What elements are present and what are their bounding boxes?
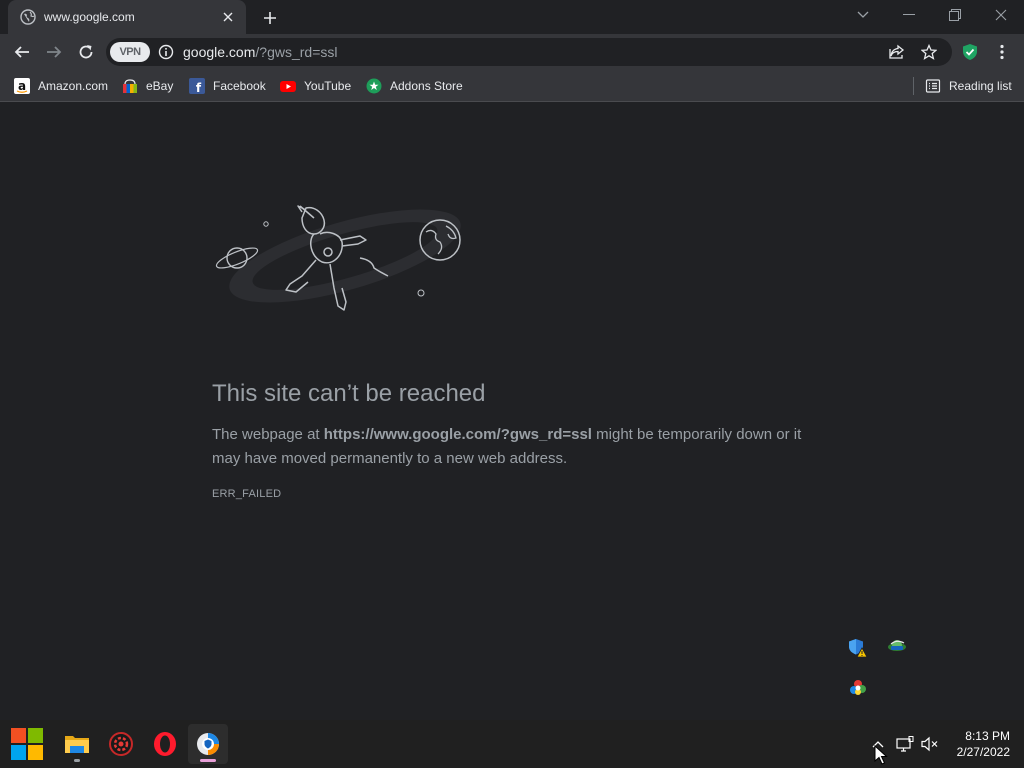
volume-button[interactable]: [918, 732, 942, 756]
avast-browser-button[interactable]: [188, 724, 228, 764]
new-tab-button[interactable]: [258, 6, 282, 30]
reading-list-label: Reading list: [949, 79, 1012, 93]
error-title: This site can’t be reached: [212, 380, 486, 407]
active-indicator: [200, 759, 216, 762]
shield-check-icon: [963, 44, 977, 60]
bookmark-star-icon[interactable]: [920, 43, 938, 61]
error-description: The webpage at https://www.google.com/?g…: [212, 423, 822, 471]
close-window-button[interactable]: [978, 0, 1024, 30]
url-host: google.com: [183, 44, 256, 60]
site-info-icon[interactable]: [158, 44, 174, 60]
running-indicator: [74, 759, 80, 762]
game-app-button[interactable]: [101, 724, 141, 764]
tab-title: www.google.com: [44, 10, 135, 24]
browser-tab[interactable]: www.google.com: [8, 0, 246, 34]
opera-icon: [154, 732, 176, 756]
bookmark-label: YouTube: [304, 79, 352, 93]
tab-search-icon[interactable]: [840, 0, 886, 30]
game-cog-icon: [109, 732, 133, 756]
avast-secure-browser-icon: [197, 733, 219, 755]
reload-button[interactable]: [72, 38, 100, 66]
taskbar: 8:13 PM 2/27/2022: [0, 720, 1024, 768]
svg-text:a: a: [18, 79, 26, 93]
error-desc-prefix: The webpage at: [212, 426, 324, 443]
svg-text:f: f: [196, 81, 202, 94]
tab-strip: www.google.com: [0, 0, 1024, 34]
amazon-icon: a: [14, 78, 30, 94]
ebay-icon: [122, 78, 138, 94]
extension-shield-button[interactable]: [956, 38, 984, 66]
folder-icon: [65, 736, 89, 753]
bookmark-facebook[interactable]: f Facebook: [189, 75, 266, 97]
security-warning-icon[interactable]: [848, 638, 868, 658]
reading-list-button[interactable]: Reading list: [925, 75, 1012, 97]
facebook-icon: f: [189, 78, 205, 94]
youtube-icon: [280, 78, 296, 94]
bookmark-youtube[interactable]: YouTube: [280, 75, 351, 97]
reading-list-icon: [925, 78, 941, 94]
mouse-cursor-icon: [874, 745, 888, 765]
address-bar[interactable]: VPN google.com/?gws_rd=ssl: [106, 38, 952, 66]
browser-toolbar: VPN google.com/?gws_rd=ssl: [0, 34, 1024, 70]
reload-icon: [79, 45, 93, 59]
restore-button[interactable]: [932, 0, 978, 30]
bookmark-label: Addons Store: [390, 79, 463, 93]
browser-menu-button[interactable]: [988, 38, 1016, 66]
close-tab-icon[interactable]: [220, 9, 236, 25]
back-button[interactable]: [8, 38, 36, 66]
bookmark-label: Facebook: [213, 79, 266, 93]
bookmark-label: Amazon.com: [38, 79, 109, 93]
network-monitor-icon: [896, 736, 914, 752]
bookmark-ebay[interactable]: eBay: [122, 75, 173, 97]
windows-logo-icon: [11, 728, 43, 760]
forward-button[interactable]: [40, 38, 68, 66]
error-url: https://www.google.com/?gws_rd=ssl: [323, 426, 592, 443]
start-button[interactable]: [7, 724, 47, 764]
network-globe-icon[interactable]: [887, 637, 907, 657]
clock[interactable]: 8:13 PM 2/27/2022: [957, 728, 1010, 760]
speaker-muted-icon: [921, 736, 938, 752]
minimize-button[interactable]: [886, 0, 932, 30]
astronaut-illustration: [215, 205, 461, 311]
bookmark-addons-store[interactable]: Addons Store: [366, 75, 463, 97]
error-code: ERR_FAILED: [212, 488, 282, 500]
bookmarks-bar: a Amazon.com eBay f Facebook YouTube Add…: [0, 70, 1024, 102]
forward-arrow-icon: [47, 46, 62, 58]
bookmark-amazon[interactable]: a Amazon.com: [14, 75, 108, 97]
bookmark-label: eBay: [146, 79, 174, 93]
back-arrow-icon: [14, 46, 29, 58]
share-icon[interactable]: [888, 43, 906, 61]
network-status-button[interactable]: [893, 732, 917, 756]
bookmarks-separator: [913, 77, 914, 95]
globe-icon: [20, 9, 36, 25]
clock-date: 2/27/2022: [956, 745, 1010, 759]
clock-time: 8:13 PM: [965, 729, 1010, 743]
url-text[interactable]: google.com/?gws_rd=ssl: [183, 44, 337, 60]
file-explorer-button[interactable]: [57, 724, 97, 764]
opera-browser-button[interactable]: [145, 724, 185, 764]
pinwheel-app-icon[interactable]: [848, 678, 868, 698]
url-path: /?gws_rd=ssl: [255, 44, 338, 60]
vpn-button[interactable]: VPN: [110, 42, 150, 62]
addons-store-icon: [366, 78, 382, 94]
kebab-menu-icon: [1000, 44, 1004, 60]
